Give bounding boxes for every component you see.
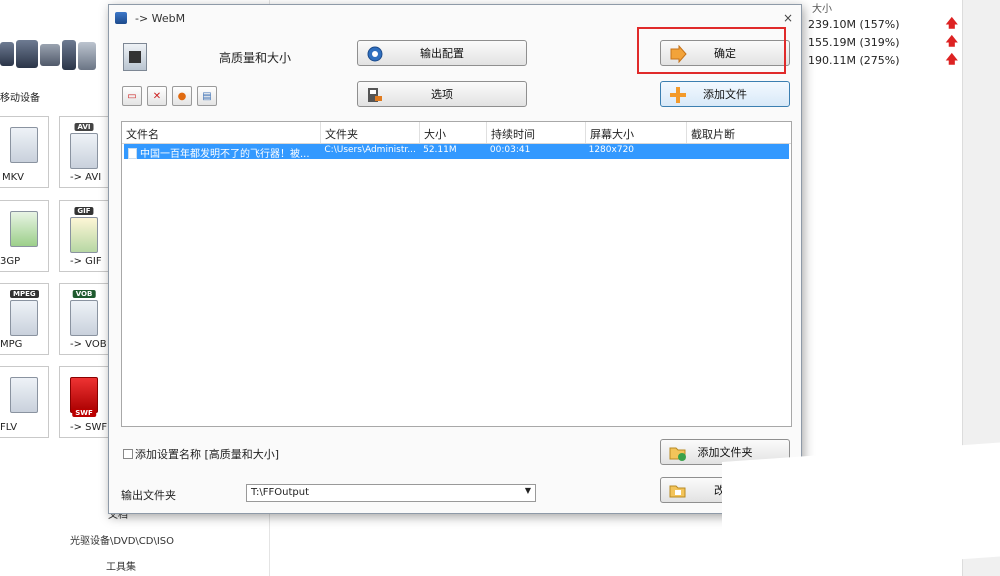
format-tile-avi[interactable]: AVI -> AVI: [59, 116, 109, 188]
column-clip[interactable]: 截取片断: [687, 122, 791, 143]
format-tile-mkv[interactable]: MKV: [0, 116, 49, 188]
output-folder-label: 输出文件夹: [121, 489, 176, 502]
category-optical-devices[interactable]: 光驱设备\DVD\CD\ISO: [70, 532, 174, 547]
folder-add-icon: [669, 447, 686, 461]
file-clip: [685, 144, 789, 159]
flv-clapper-icon: [10, 377, 38, 413]
column-size[interactable]: 大小: [420, 122, 487, 143]
table-row[interactable]: 中国一百年都发明不了的飞行器！被... C:\Users\Administr..…: [124, 144, 789, 159]
3gp-file-icon: [10, 211, 38, 247]
chevron-down-icon: ▼: [524, 486, 531, 495]
size-column-header: 大小: [812, 4, 832, 15]
gif-image-icon: [70, 217, 98, 253]
convert-dialog: -> WebM × 高质量和大小 输出配置 选项 确定 添加文件 ▭ ✕ ● ▤: [108, 4, 802, 514]
column-duration[interactable]: 持续时间: [487, 122, 586, 143]
dialog-title: -> WebM: [135, 11, 186, 25]
file-size: 52.11M: [423, 145, 457, 155]
vob-disc-icon: [70, 300, 98, 336]
folder-change-icon: [669, 485, 686, 498]
play-icon[interactable]: ●: [172, 86, 192, 106]
format-tile-vob[interactable]: VOB -> VOB: [59, 283, 109, 355]
task-row: 239.10M (157%) 🡅: [808, 16, 958, 31]
clear-icon[interactable]: ✕: [147, 86, 167, 106]
gear-icon: [367, 46, 383, 62]
avi-film-icon: [70, 133, 98, 169]
mpg-reel-icon: [10, 300, 38, 336]
file-screen-size: 1280x720: [588, 145, 635, 155]
white-overlay: [722, 442, 1000, 576]
flash-icon: [70, 377, 98, 413]
format-tile-gif[interactable]: GIF -> GIF: [59, 200, 109, 272]
add-setting-checkbox[interactable]: [123, 449, 133, 459]
output-folder-select[interactable]: T:\FFOutput ▼: [246, 484, 536, 502]
column-filename[interactable]: 文件名: [122, 122, 321, 143]
category-toolbox[interactable]: 工具集: [106, 558, 136, 573]
file-folder: C:\Users\Administr...: [324, 145, 416, 155]
app-icon: [115, 12, 127, 24]
arrow-up-icon: 🡅: [945, 34, 958, 48]
format-tile-3gp[interactable]: 3GP: [0, 200, 49, 272]
add-file-button[interactable]: 添加文件: [660, 81, 790, 107]
mkv-film-icon: [10, 127, 38, 163]
highlight-box: [637, 27, 786, 74]
media-info-icon[interactable]: ▤: [197, 86, 217, 106]
file-list[interactable]: 文件名 文件夹 大小 持续时间 屏幕大小 截取片断 中国一百年都发明不了的飞行器…: [121, 121, 792, 427]
format-tile-mpg[interactable]: MPEG MPG: [0, 283, 49, 355]
file-duration: 00:03:41: [489, 145, 531, 155]
plus-icon: [670, 87, 686, 103]
format-tile-flv[interactable]: FLV: [0, 366, 49, 438]
arrow-up-icon: 🡅: [945, 16, 958, 30]
format-tile-swf[interactable]: SWF -> SWF: [59, 366, 109, 438]
arrow-up-icon: 🡅: [945, 52, 958, 66]
file-name: 中国一百年都发明不了的飞行器！被...: [140, 149, 310, 159]
column-folder[interactable]: 文件夹: [321, 122, 420, 143]
close-button[interactable]: ×: [783, 11, 793, 25]
remove-icon[interactable]: ▭: [122, 86, 142, 106]
video-file-icon: [128, 148, 137, 159]
webm-file-icon: [123, 43, 147, 71]
add-setting-name-option[interactable]: 添加设置名称 [高质量和大小]: [123, 446, 279, 462]
film-options-icon: [368, 88, 382, 102]
add-setting-label: 添加设置名称 [高质量和大小]: [135, 448, 280, 461]
output-config-button[interactable]: 输出配置: [357, 40, 527, 66]
column-screen-size[interactable]: 屏幕大小: [586, 122, 687, 143]
task-row: 155.19M (319%) 🡅: [808, 34, 958, 49]
mobile-devices-label: 移动设备: [0, 93, 40, 104]
file-list-header: 文件名 文件夹 大小 持续时间 屏幕大小 截取片断: [122, 122, 791, 144]
preset-label: 高质量和大小: [219, 51, 292, 65]
options-button[interactable]: 选项: [357, 81, 527, 107]
task-row: 190.11M (275%) 🡅: [808, 52, 958, 67]
